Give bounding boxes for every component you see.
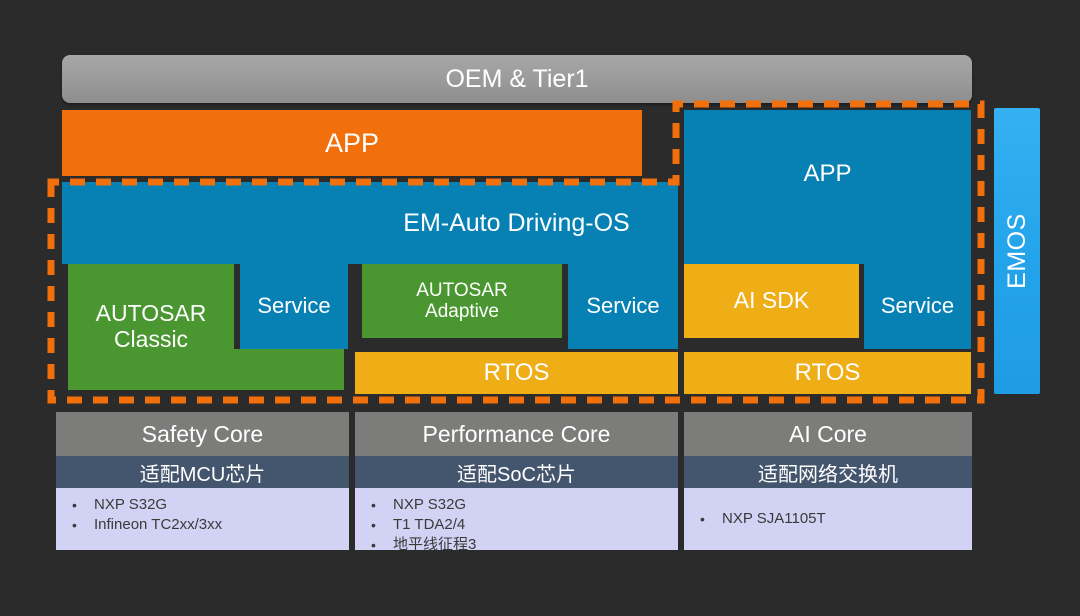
autosar-classic-line1: AUTOSAR <box>95 300 207 327</box>
emos-label: EMOS <box>1003 213 1031 289</box>
list-item: Infineon TC2xx/3xx <box>72 515 349 535</box>
service-2-label: Service <box>586 293 660 319</box>
oem-tier1-bar: OEM & Tier1 <box>62 55 972 103</box>
app-right-label: APP <box>803 159 852 187</box>
rtos-block-1: RTOS <box>355 352 678 394</box>
autosar-classic-block: AUTOSAR Classic <box>68 264 234 390</box>
app-block-right: APP <box>684 110 971 238</box>
autosar-classic-line2: Classic <box>113 326 189 352</box>
service-column-1: Service <box>240 264 348 349</box>
core-chip-list-safety: NXP S32G Infineon TC2xx/3xx <box>56 495 349 535</box>
service-3-label: Service <box>880 293 955 319</box>
app-left-label: APP <box>324 127 380 158</box>
core-column-safety: Safety Core 适配MCU芯片 NXP S32G Infineon TC… <box>56 412 349 550</box>
rtos-2-label: RTOS <box>794 358 861 386</box>
core-body-ai: NXP SJA1105T <box>684 488 972 550</box>
emos-vertical-bar: EMOS <box>994 108 1040 394</box>
core-subtitle-safety: 适配MCU芯片 <box>56 456 349 488</box>
rtos-block-2: RTOS <box>684 352 971 394</box>
core-column-performance: Performance Core 适配SoC芯片 NXP S32G T1 TDA… <box>355 412 678 555</box>
autosar-adaptive-block: AUTOSAR Adaptive <box>362 264 562 338</box>
service-1-label: Service <box>257 293 331 319</box>
diagram-canvas: OEM & Tier1 APP APP EM-Auto Driving-OS S… <box>0 0 1080 616</box>
core-body-safety: NXP S32G Infineon TC2xx/3xx <box>56 488 349 550</box>
core-subtitle-ai: 适配网络交换机 <box>684 456 972 488</box>
autosar-adaptive-line1: AUTOSAR <box>416 279 508 301</box>
core-title-ai: AI Core <box>684 412 972 456</box>
autosar-adaptive-line2: Adaptive <box>425 301 499 322</box>
ai-sdk-block: AI SDK <box>684 264 859 338</box>
service-column-3: Service <box>864 264 971 349</box>
core-chip-list-ai: NXP SJA1105T <box>684 495 972 529</box>
list-item: NXP S32G <box>72 495 349 515</box>
core-title-performance: Performance Core <box>355 412 678 456</box>
app-block-left: APP <box>62 110 642 176</box>
oem-tier1-label: OEM & Tier1 <box>445 65 589 93</box>
rtos-1-label: RTOS <box>483 358 550 386</box>
ai-sdk-label: AI SDK <box>733 287 810 314</box>
service-column-2: Service <box>568 264 678 349</box>
core-chip-list-performance: NXP S32G T1 TDA2/4 地平线征程3 <box>355 495 678 555</box>
list-item: NXP SJA1105T <box>700 509 972 529</box>
os-right-fill <box>684 238 971 264</box>
core-subtitle-performance: 适配SoC芯片 <box>355 456 678 488</box>
em-auto-driving-os-band <box>62 182 678 264</box>
core-column-ai: AI Core 适配网络交换机 NXP SJA1105T <box>684 412 972 550</box>
core-title-safety: Safety Core <box>56 412 349 456</box>
list-item: NXP S32G <box>371 495 678 515</box>
list-item: T1 TDA2/4 <box>371 515 678 535</box>
core-body-performance: NXP S32G T1 TDA2/4 地平线征程3 <box>355 488 678 555</box>
list-item: 地平线征程3 <box>371 535 678 555</box>
